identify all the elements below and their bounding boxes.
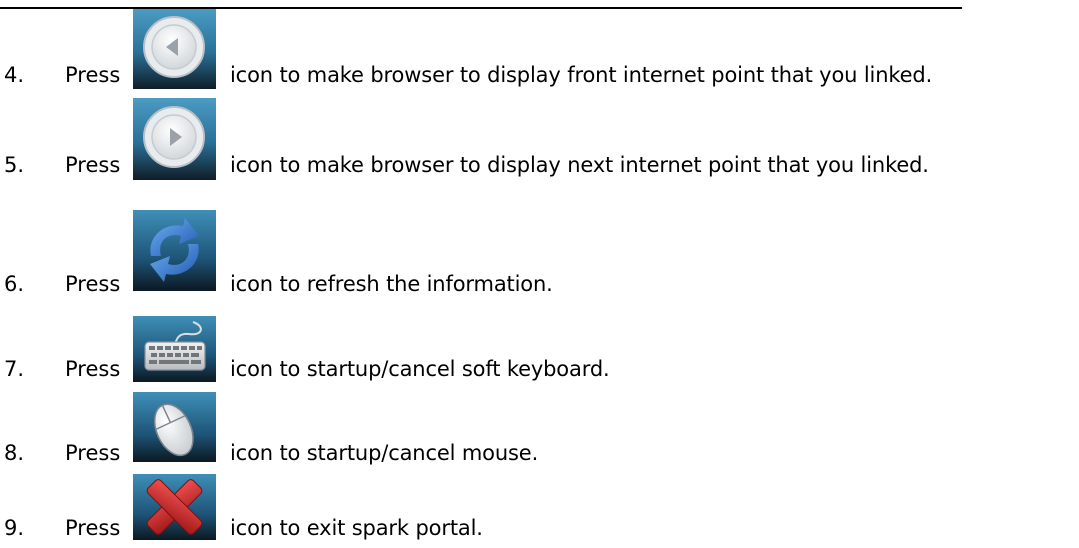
press-label: Press [65,357,121,381]
step-9: 9. Press icon to exit spark portal. [0,0,1079,540]
press-label: Press [65,272,121,296]
press-label: Press [65,441,121,465]
step-number: 5. [4,153,25,177]
refresh-icon [133,210,216,291]
step-description: icon to exit spark portal. [230,516,483,540]
step-number: 9. [4,516,25,540]
step-number: 8. [4,441,25,465]
step-number: 7. [4,357,25,381]
step-description: icon to make browser to display next int… [230,153,929,177]
step-description: icon to startup/cancel soft keyboard. [230,357,610,381]
step-description: icon to startup/cancel mouse. [230,441,539,465]
close-icon [133,474,216,540]
step-description: icon to refresh the information. [230,272,553,296]
keyboard-icon [133,316,216,382]
press-label: Press [65,153,121,177]
forward-arrow-icon [133,98,216,180]
press-label: Press [65,516,121,540]
step-number: 6. [4,272,25,296]
mouse-icon [133,392,216,462]
